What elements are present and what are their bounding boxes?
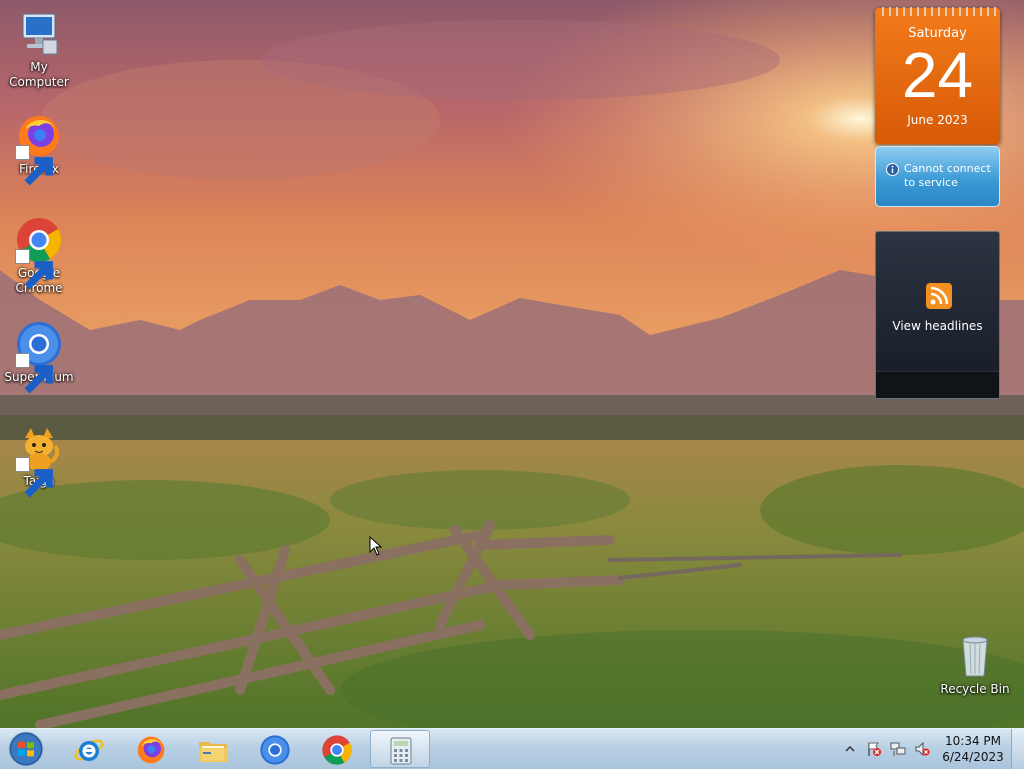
spiral-binding <box>882 7 996 16</box>
action-center-flag-icon[interactable] <box>866 741 882 757</box>
taskbar-item-firefox[interactable] <box>124 730 178 768</box>
taskbar: 10:34 PM 6/24/2023 <box>0 728 1024 769</box>
folder-icon <box>199 742 227 762</box>
show-hidden-icons-chevron[interactable] <box>842 741 858 757</box>
calendar-day-number: 24 <box>901 39 974 111</box>
shortcut-arrow-icon <box>15 249 53 290</box>
shortcut-arrow-icon <box>15 353 53 394</box>
rss-icon <box>926 283 952 309</box>
weather-gadget[interactable]: Cannot connect to service <box>875 146 1000 207</box>
view-headlines-link[interactable]: View headlines <box>876 319 999 333</box>
network-icon[interactable] <box>890 741 906 757</box>
calculator-icon <box>390 737 412 765</box>
taskbar-item-file-explorer[interactable] <box>186 730 240 768</box>
supermium-icon <box>260 735 290 765</box>
weather-status-message: Cannot connect to service <box>904 162 991 189</box>
computer-icon <box>15 10 63 58</box>
feed-headlines-gadget[interactable]: View headlines <box>875 231 1000 399</box>
firefox-icon <box>137 736 165 764</box>
clock-time: 10:34 PM <box>945 734 1001 748</box>
clock-date: 6/24/2023 <box>942 750 1004 764</box>
chrome-icon <box>15 216 63 290</box>
recycle-bin-icon <box>951 632 999 680</box>
mouse-pointer-icon <box>369 536 383 556</box>
info-icon <box>886 163 899 176</box>
desktop-icon-label: My Computer <box>9 60 69 89</box>
desktop-icon-google-chrome[interactable]: Google Chrome <box>0 216 78 296</box>
show-desktop-button[interactable] <box>1011 729 1024 769</box>
calendar-month-year: June 2023 <box>907 113 968 127</box>
firefox-icon <box>15 112 63 186</box>
taskbar-item-google-chrome[interactable] <box>310 730 364 768</box>
calendar-gadget[interactable]: Saturday 24 June 2023 <box>875 7 1000 144</box>
desktop-icon-label: Recycle Bin <box>940 682 1010 696</box>
taskbar-item-supermium[interactable] <box>248 730 302 768</box>
desktop-icon-firefox[interactable]: Firefox <box>0 112 78 186</box>
desktop-icon-my-computer[interactable]: My Computer <box>0 10 78 90</box>
windows-start-icon[interactable] <box>6 731 46 767</box>
shortcut-arrow-icon <box>15 457 53 498</box>
taskbar-item-internet-explorer[interactable] <box>62 730 116 768</box>
taskbar-item-calculator[interactable] <box>370 730 430 768</box>
desktop-icon-taiga[interactable]: Taiga <box>0 424 78 498</box>
desktop-wallpaper <box>0 0 1024 750</box>
desktop-icon-recycle-bin[interactable]: Recycle Bin <box>936 632 1014 697</box>
taskbar-clock[interactable]: 10:34 PM 6/24/2023 <box>934 733 1012 765</box>
shortcut-arrow-icon <box>15 145 53 186</box>
feed-gadget-footer <box>876 371 999 398</box>
taiga-icon <box>15 424 63 498</box>
supermium-icon <box>15 320 63 394</box>
internet-explorer-icon <box>74 739 104 761</box>
volume-muted-icon[interactable] <box>914 741 930 757</box>
chrome-icon <box>322 735 352 765</box>
desktop-icon-supermium[interactable]: Supermium <box>0 320 78 394</box>
